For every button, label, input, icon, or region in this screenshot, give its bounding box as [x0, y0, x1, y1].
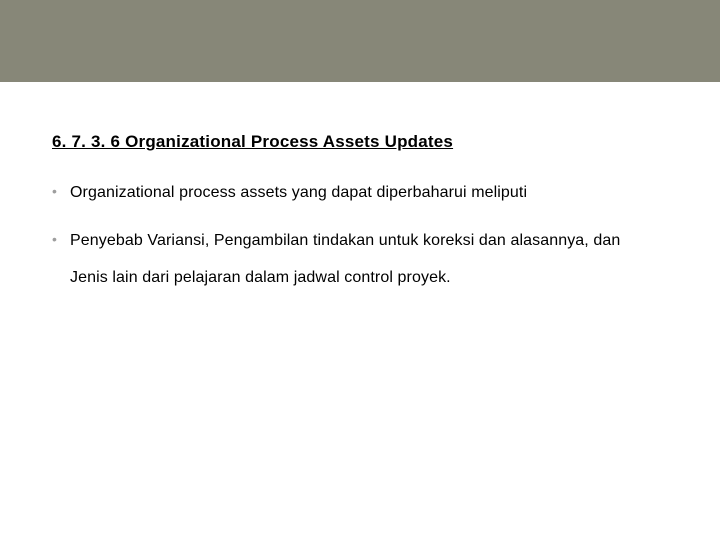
list-item: Penyebab Variansi, Pengambilan tindakan … — [52, 226, 690, 293]
list-item-text-cont: Jenis lain dari pelajaran dalam jadwal c… — [70, 263, 690, 293]
title-bar — [0, 0, 720, 82]
list-item-text: Penyebab Variansi, Pengambilan tindakan … — [70, 232, 620, 249]
list-item-text: Organizational process assets yang dapat… — [70, 184, 527, 201]
section-heading: 6. 7. 3. 6 Organizational Process Assets… — [52, 132, 690, 152]
bullet-list: Organizational process assets yang dapat… — [52, 178, 690, 293]
slide-content: 6. 7. 3. 6 Organizational Process Assets… — [0, 82, 720, 293]
list-item: Organizational process assets yang dapat… — [52, 178, 690, 208]
